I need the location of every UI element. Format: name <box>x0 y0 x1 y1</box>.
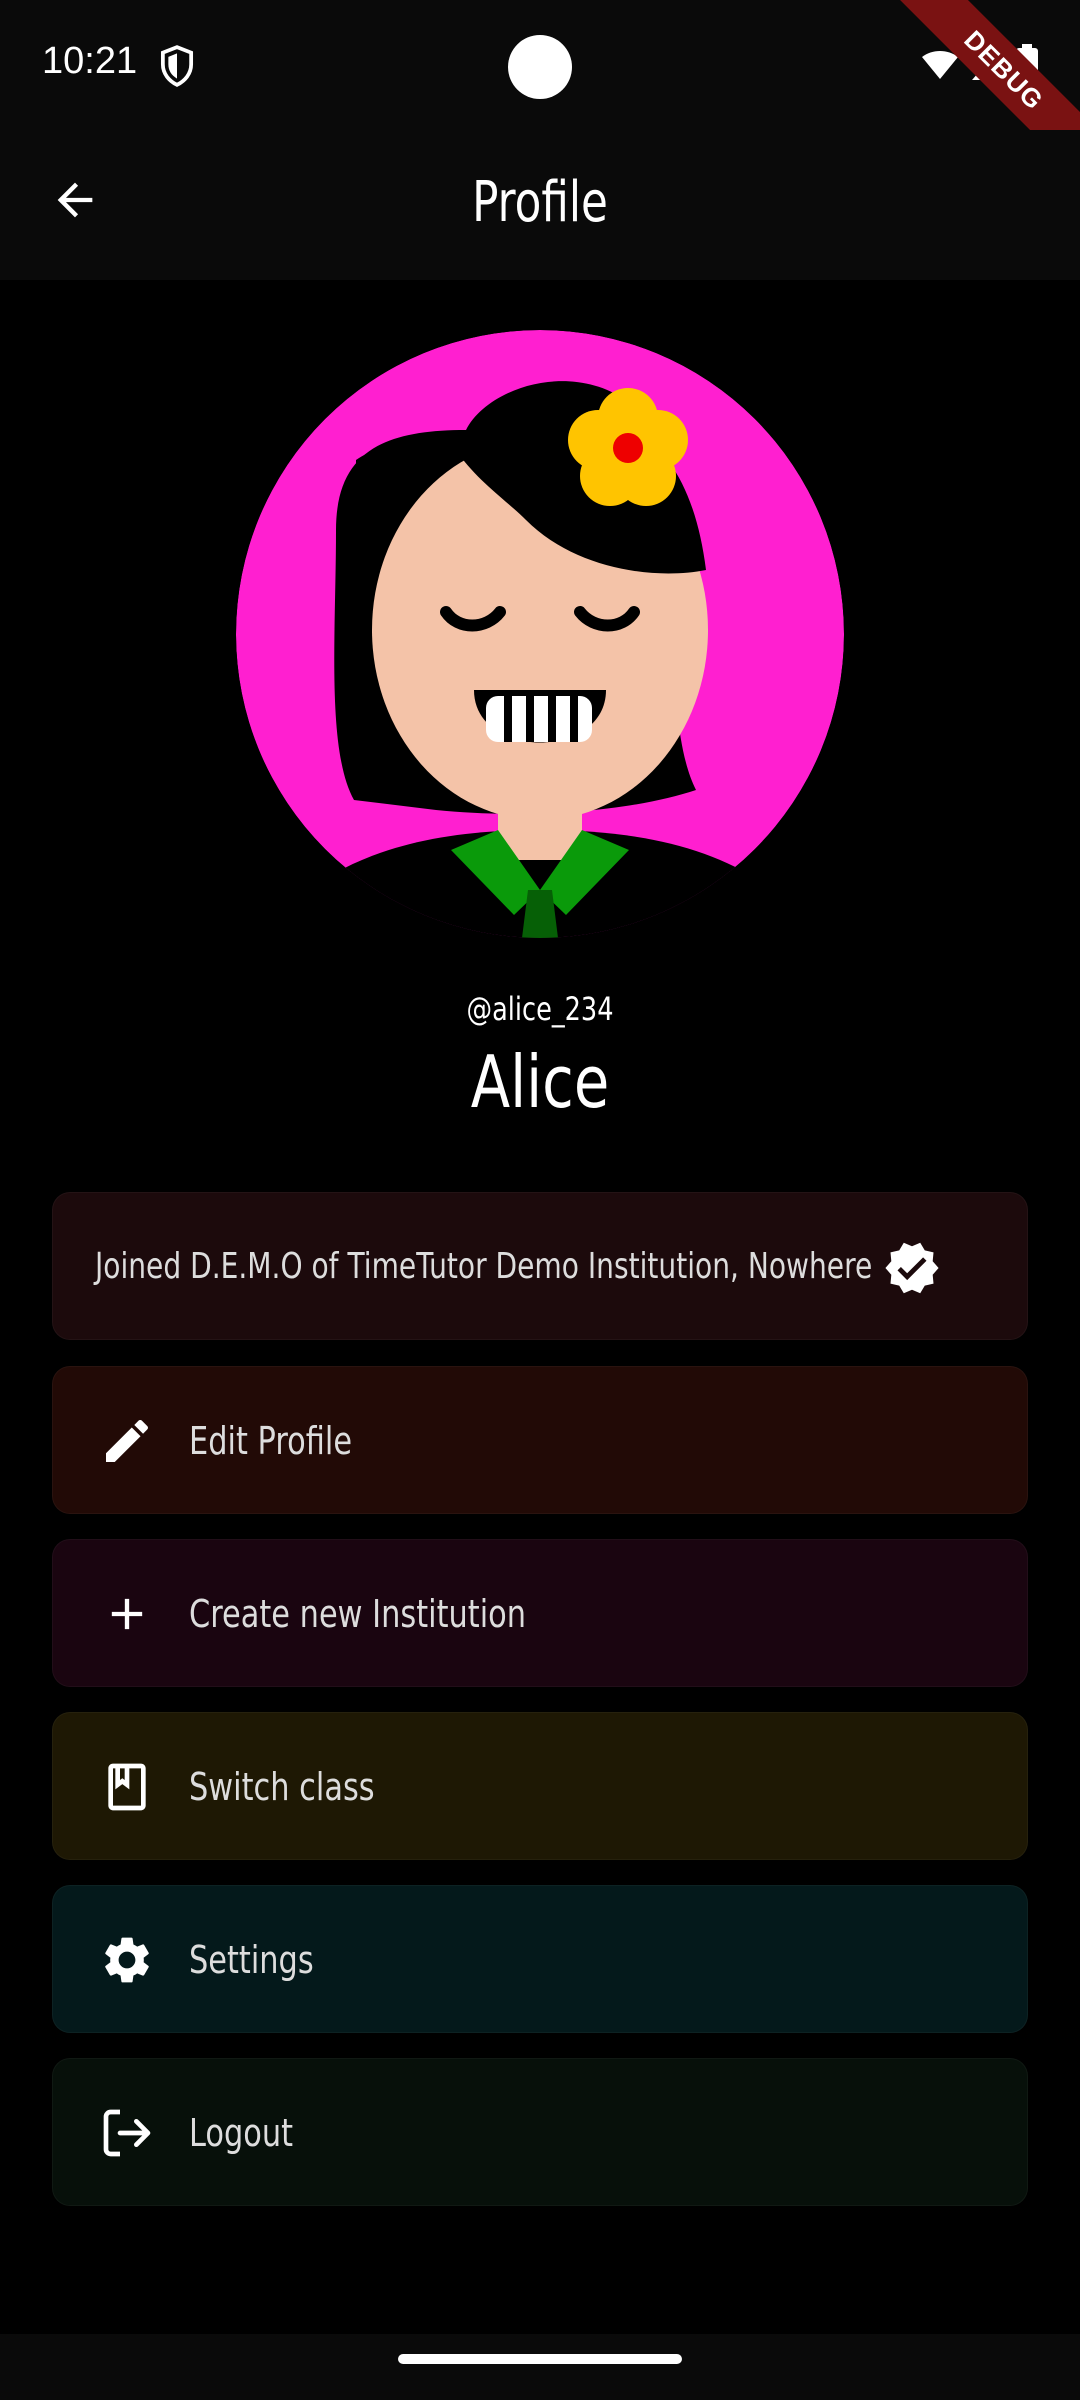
page-title: Profile <box>472 170 608 235</box>
gear-icon <box>97 1930 157 1990</box>
switch-class-button[interactable]: Switch class <box>52 1712 1028 1860</box>
switch-class-label: Switch class <box>189 1765 375 1809</box>
logout-label: Logout <box>189 2111 294 2155</box>
system-nav-bar <box>0 2334 1080 2400</box>
profile-name: Alice <box>470 1040 610 1124</box>
edit-profile-button[interactable]: Edit Profile <box>52 1366 1028 1514</box>
edit-profile-label: Edit Profile <box>189 1419 353 1463</box>
plus-icon <box>97 1584 157 1644</box>
arrow-back-icon <box>57 182 93 218</box>
create-institution-label: Create new Institution <box>189 1592 527 1636</box>
create-institution-button[interactable]: Create new Institution <box>52 1539 1028 1687</box>
settings-label: Settings <box>189 1938 314 1982</box>
profile-handle: @alice_234 <box>466 990 614 1028</box>
status-bar: 10:21 DEBUG <box>0 0 1080 194</box>
app-bar: Profile <box>0 130 1080 280</box>
settings-button[interactable]: Settings <box>52 1885 1028 2033</box>
home-indicator[interactable] <box>398 2354 682 2364</box>
logout-icon <box>97 2103 157 2163</box>
camera-cutout <box>508 35 572 99</box>
status-time: 10:21 <box>42 40 138 82</box>
shield-icon <box>160 45 194 87</box>
joined-institution-card[interactable]: Joined D.E.M.O of TimeTutor Demo Institu… <box>52 1192 1028 1340</box>
avatar[interactable] <box>236 330 844 938</box>
pencil-icon <box>97 1411 157 1471</box>
joined-institution-label: Joined D.E.M.O of TimeTutor Demo Institu… <box>95 1246 873 1287</box>
avatar-illustration <box>236 330 844 938</box>
verified-icon <box>885 1242 939 1294</box>
back-button[interactable] <box>40 165 110 235</box>
book-icon <box>97 1757 157 1817</box>
logout-button[interactable]: Logout <box>52 2058 1028 2206</box>
